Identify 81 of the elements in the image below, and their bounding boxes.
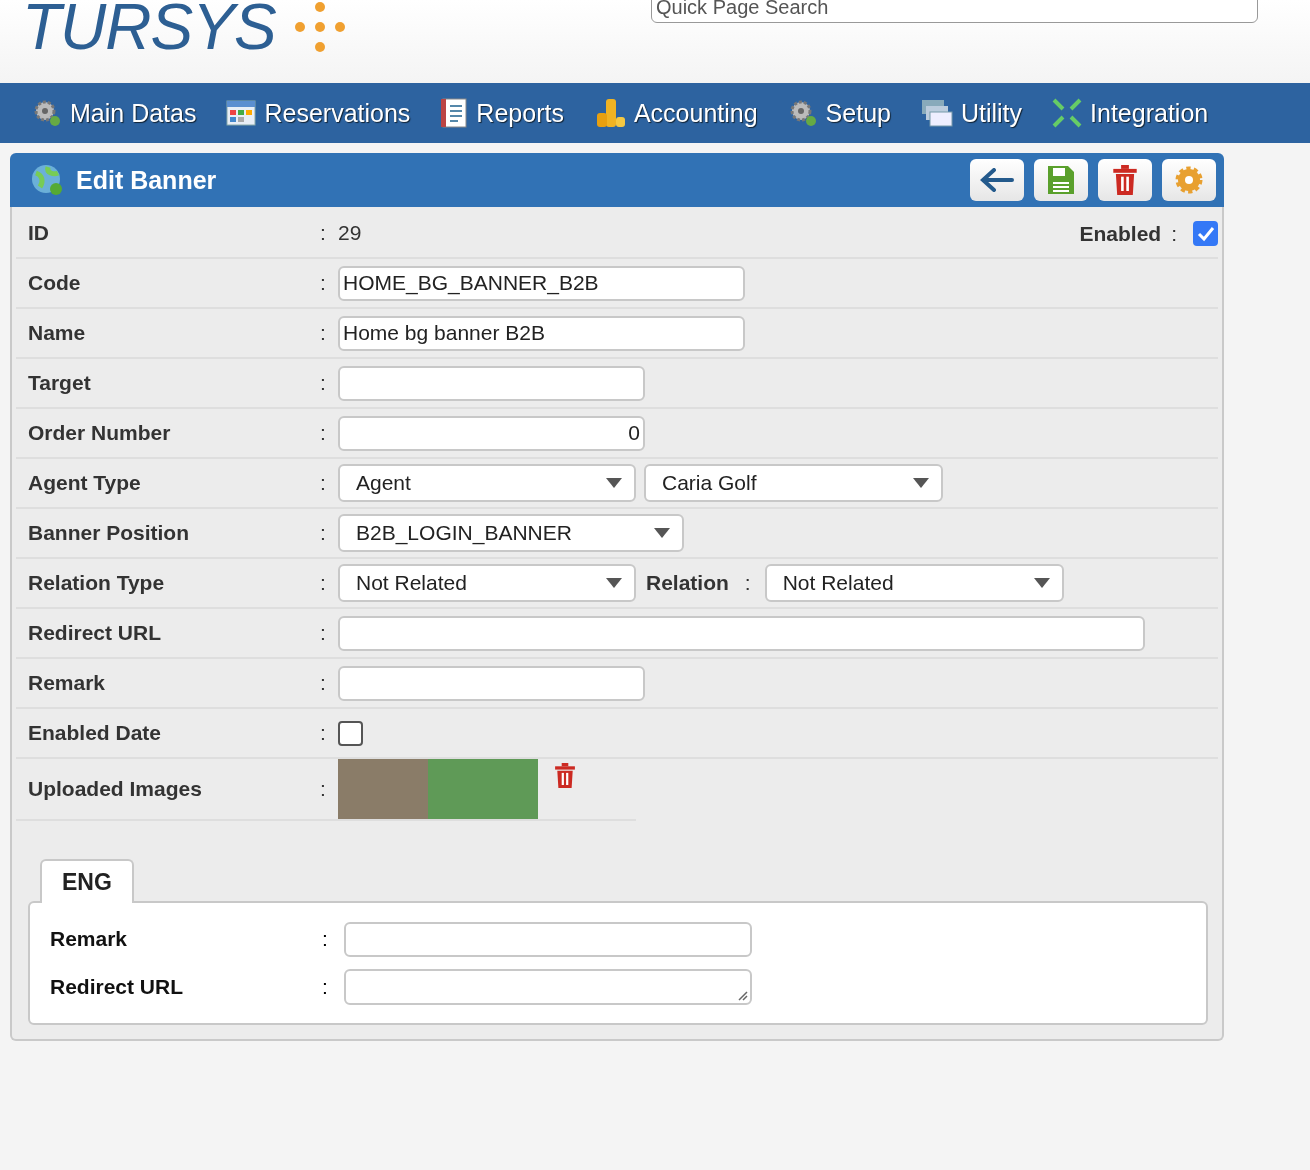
menu-item[interactable]: Setup (787, 98, 891, 128)
menu-item[interactable]: Reservations (226, 98, 411, 128)
field-label: Redirect URL (50, 975, 185, 999)
colon: : (744, 571, 751, 595)
colon: : (320, 671, 327, 695)
colon: : (320, 521, 327, 545)
trash-icon (1112, 165, 1138, 195)
menu-item[interactable]: Main Datas (32, 98, 197, 128)
colon: : (320, 271, 327, 295)
dots-logo-icon (293, 1, 346, 53)
colon: : (322, 927, 329, 951)
dropdown[interactable]: Not Related (764, 564, 1064, 602)
text-field[interactable]: Home bg banner B2B (338, 315, 745, 351)
notebook-icon (440, 98, 469, 128)
enabled-checkbox[interactable] (1193, 221, 1218, 246)
resize-grip-icon (736, 989, 748, 1001)
colon: : (320, 621, 327, 645)
field-label: Agent Type (28, 471, 142, 495)
text-field[interactable] (344, 921, 752, 957)
trash-icon (554, 763, 576, 789)
back-arrow-icon (980, 168, 1014, 192)
arrows-icon (1052, 98, 1083, 128)
caret-icon (913, 478, 929, 488)
logo-text: TURSYS (22, 0, 276, 64)
colon: : (320, 721, 327, 745)
language-tab[interactable]: ENG (40, 859, 134, 903)
gear-icon (1174, 165, 1204, 195)
text-field[interactable] (338, 665, 645, 701)
text-area[interactable] (344, 969, 752, 1005)
field-label: Remark (50, 927, 129, 951)
menu-item[interactable]: Reports (440, 98, 564, 128)
dropdown[interactable]: Agent (338, 464, 636, 502)
text-field[interactable] (338, 615, 1145, 651)
colon: : (320, 221, 327, 245)
colon: : (320, 371, 327, 395)
text-field[interactable]: 0 (338, 415, 645, 451)
field-label: Redirect URL (28, 621, 163, 645)
colon: : (320, 321, 327, 345)
colon: : (320, 471, 327, 495)
colon: : (322, 975, 329, 999)
save-button[interactable] (1034, 159, 1088, 201)
windows-icon (920, 99, 953, 127)
field-label: ID (28, 221, 50, 245)
colon: : (320, 571, 327, 595)
field-label: Relation (646, 571, 729, 595)
save-icon (1047, 165, 1075, 195)
caret-icon (1033, 578, 1050, 588)
menu-item[interactable]: Integration (1052, 98, 1209, 128)
globe-icon (30, 163, 64, 197)
field-label: Uploaded Images (28, 777, 203, 801)
dropdown[interactable]: B2B_LOGIN_BANNER (338, 514, 684, 552)
text-field[interactable] (338, 365, 645, 401)
field-label: Banner Position (28, 521, 191, 545)
dropdown[interactable]: Caria Golf (644, 464, 943, 502)
caret-icon (606, 478, 622, 488)
field-label: Order Number (28, 421, 172, 445)
colon: : (320, 421, 327, 445)
colon: : (320, 777, 327, 801)
panel-title: Edit Banner (76, 165, 218, 195)
delete-button[interactable] (1098, 159, 1152, 201)
back-button[interactable] (970, 159, 1024, 201)
enabled-label: Enabled (1079, 221, 1162, 246)
dropdown[interactable]: Not Related (338, 564, 636, 602)
settings-button[interactable] (1162, 159, 1216, 201)
search-field[interactable]: Quick Page Search (651, 0, 1258, 23)
field-label: Target (28, 371, 92, 395)
field-label: Enabled Date (28, 721, 163, 745)
caret-icon (654, 528, 670, 538)
caret-icon (606, 578, 622, 588)
menu-item[interactable]: Accounting (593, 97, 758, 129)
field-value: 29 (338, 221, 362, 245)
field-label: Code (28, 271, 82, 295)
field-label: Relation Type (28, 571, 166, 595)
gears-icon (32, 98, 62, 128)
checkbox[interactable] (338, 720, 363, 746)
calendar-icon (226, 100, 257, 126)
field-label: Remark (28, 671, 107, 695)
colon: : (1171, 221, 1177, 246)
menu-item[interactable]: Utility (920, 98, 1023, 128)
text-field[interactable]: HOME_BG_BANNER_B2B (338, 265, 745, 301)
field-label: Name (28, 321, 87, 345)
